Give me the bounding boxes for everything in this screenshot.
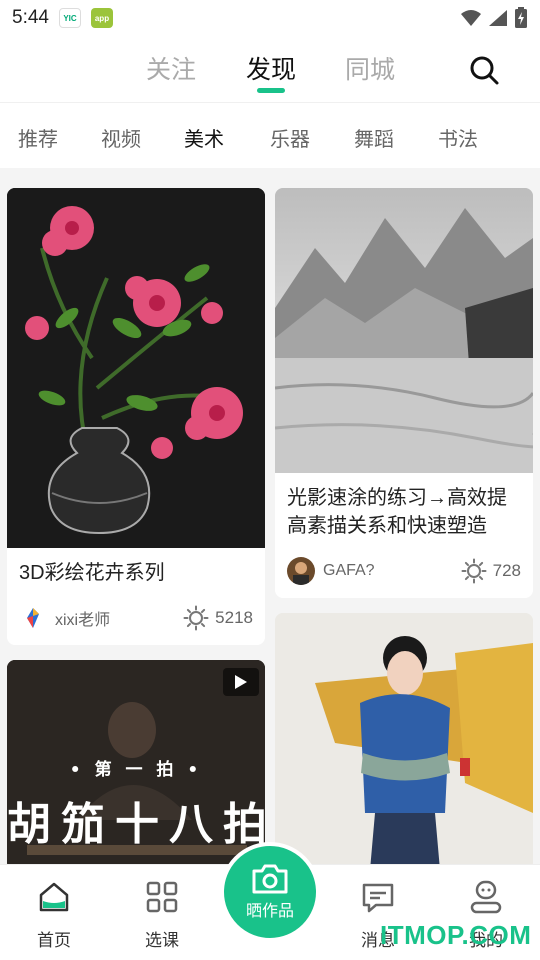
post-work-label: 晒作品 [245,903,294,920]
video-subtitle-overlay: • 第 一 拍 • [69,760,203,780]
like-counter[interactable]: 5218 [183,605,253,631]
nav-home-label: 首页 [37,931,71,950]
nav-courses-label: 选课 [145,931,179,950]
site-watermark: ITMOP.COM [380,920,532,950]
tab-local[interactable]: 同城 [345,50,395,86]
like-count: 728 [492,561,521,580]
post-meta: GAFA? 728 [287,557,521,585]
post-image-painting[interactable] [275,613,533,870]
post-card-sketch[interactable]: 光影速涂的练习→高效提高素描关系和快速塑造 GAFA? 728 [275,188,533,598]
post-card-painting[interactable] [275,613,533,870]
status-indicators [460,7,528,29]
status-time: 5:44 [12,7,49,28]
camera-icon [252,864,288,894]
category-recommended[interactable]: 推荐 [18,123,58,152]
category-video[interactable]: 视频 [101,123,141,152]
post-image-flowers[interactable] [7,188,265,548]
signal-icon [489,10,507,26]
post-card-video[interactable]: • 第 一 拍 • 胡笳十八拍 [7,660,265,870]
battery-icon [515,7,527,28]
video-play-badge [223,668,259,696]
nav-home[interactable]: 首页 [14,879,94,951]
author-name[interactable]: xixi老师 [55,606,110,630]
post-meta: xixi老师 5218 [19,604,253,632]
tab-discover[interactable]: 发现 [246,50,296,86]
like-counter[interactable]: 728 [461,558,521,584]
play-icon [235,675,247,689]
nav-courses[interactable]: 选课 [122,879,202,951]
post-title: 光影速涂的练习→高效提高素描关系和快速塑造 [287,487,507,537]
post-work-button[interactable]: 晒作品 [220,842,320,942]
category-bar: 推荐 视频 美术 乐器 舞蹈 书法 [0,102,540,168]
profile-icon [470,880,502,914]
author-avatar[interactable] [19,604,47,632]
sun-like-icon [183,605,209,631]
tab-follow[interactable]: 关注 [146,50,196,86]
post-title: 3D彩绘花卉系列 [19,562,165,584]
wifi-icon [461,10,481,26]
author-avatar[interactable] [287,557,315,585]
video-title-overlay: 胡笳十八拍 [7,799,265,850]
grid-icon [146,881,178,913]
category-instruments[interactable]: 乐器 [270,123,310,152]
category-calligraphy[interactable]: 书法 [438,123,478,152]
active-tab-indicator [257,88,285,93]
category-dance[interactable]: 舞蹈 [354,123,394,152]
like-count: 5218 [215,608,253,627]
status-bar: 5:44 YIC app [0,0,540,36]
author-name[interactable]: GAFA? [323,562,375,580]
message-icon [362,883,394,913]
category-art[interactable]: 美术 [184,123,224,152]
app-notification-icon: app [90,8,113,28]
search-icon[interactable] [468,54,500,86]
home-icon [39,882,69,912]
post-image-sketch[interactable] [275,188,533,473]
post-card-flowers[interactable]: 3D彩绘花卉系列 xixi老师 5218 [7,188,265,645]
sun-like-icon [461,558,487,584]
yic-app-icon: YIC [58,8,81,28]
